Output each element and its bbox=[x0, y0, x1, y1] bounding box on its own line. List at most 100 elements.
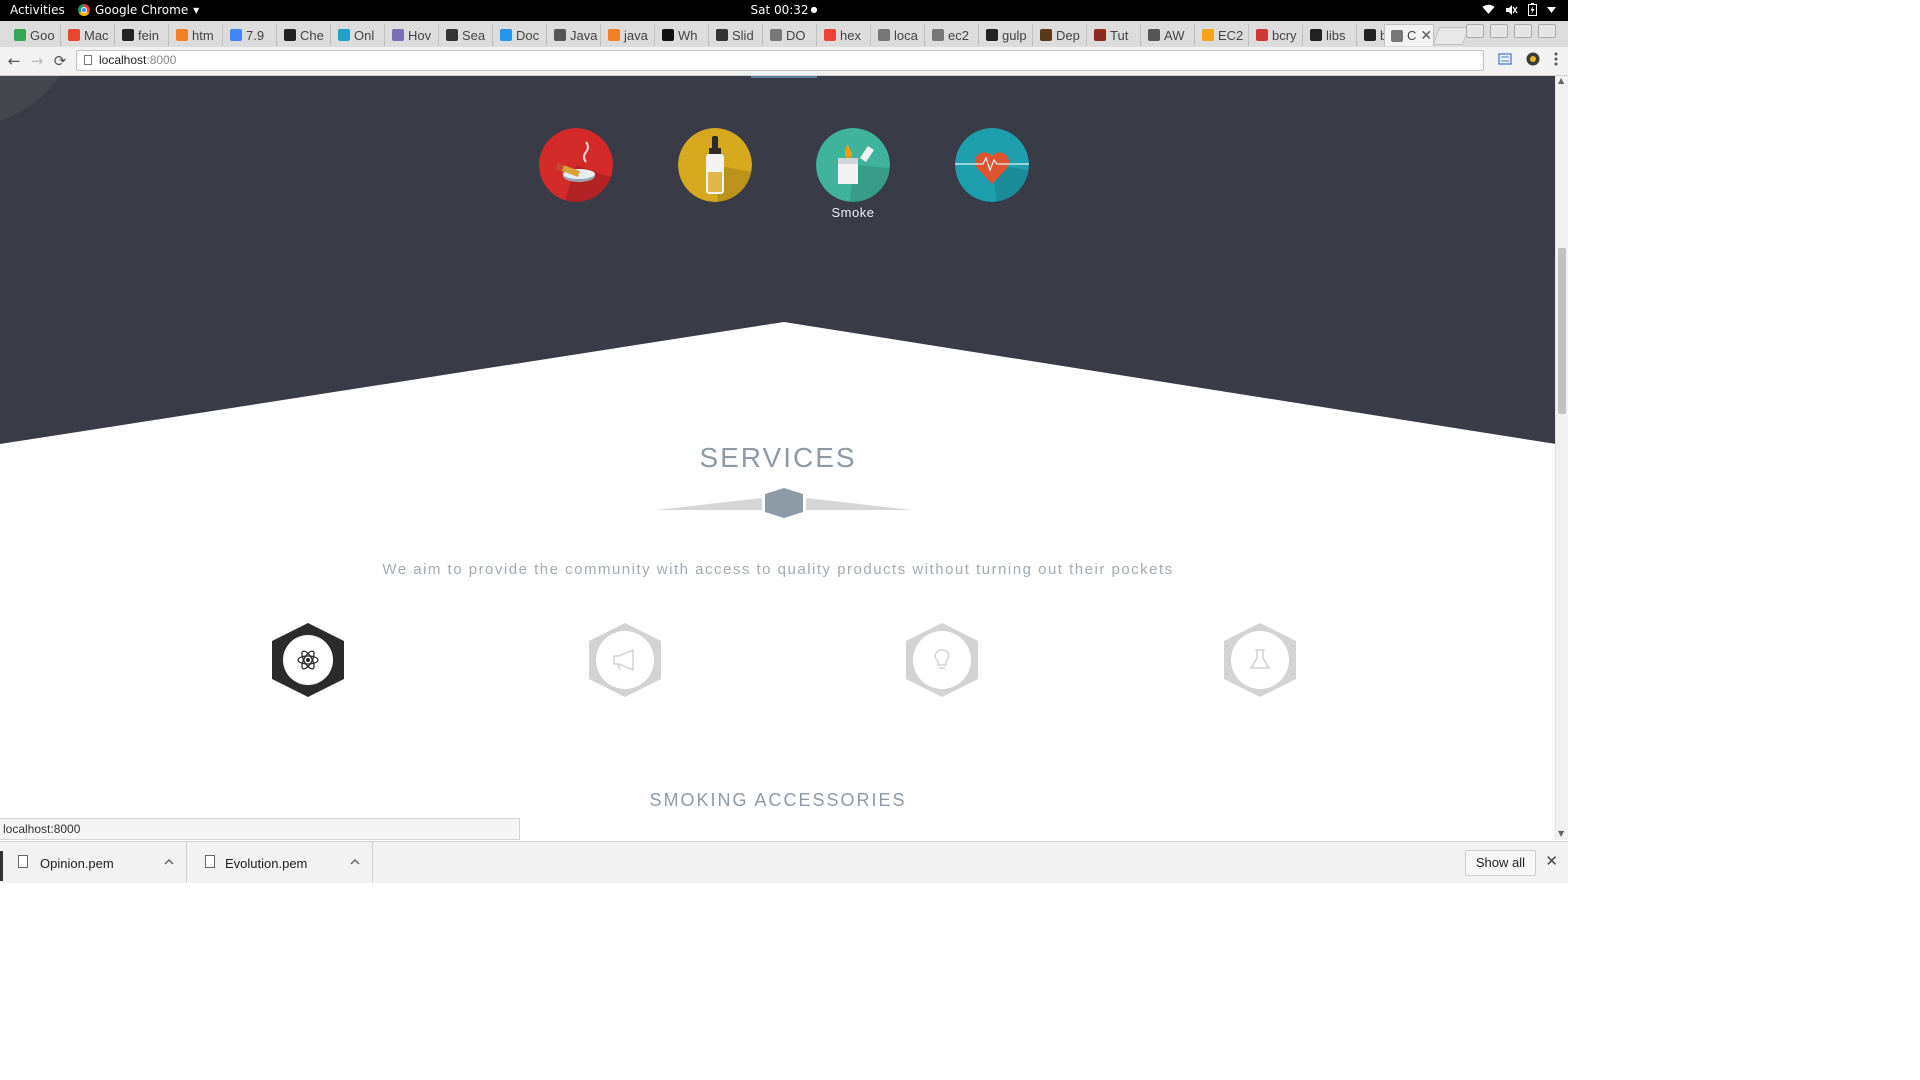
show-all-button[interactable]: Show all bbox=[1464, 850, 1536, 876]
h-icon bbox=[284, 29, 296, 41]
tab-label: Java bbox=[570, 27, 598, 43]
link-status-bubble: localhost:8000 bbox=[0, 818, 520, 840]
menu-icon[interactable] bbox=[1554, 52, 1558, 66]
app-menu[interactable]: Google Chrome ▾ bbox=[78, 3, 199, 17]
address-bar[interactable]: localhost:8000 bbox=[76, 50, 1484, 71]
wifi-icon bbox=[1482, 4, 1495, 14]
chevron-down-icon bbox=[1547, 6, 1556, 13]
page-icon bbox=[878, 29, 890, 41]
forward-button[interactable]: → bbox=[27, 51, 47, 71]
browser-tab[interactable]: DO bbox=[764, 24, 817, 46]
browser-tab[interactable]: Onl bbox=[332, 24, 385, 46]
google-icon bbox=[824, 29, 836, 41]
browser-tab[interactable]: Doc bbox=[494, 24, 547, 46]
clock[interactable]: Sat 00:32 ● bbox=[750, 3, 817, 17]
chevron-up-icon[interactable] bbox=[164, 858, 174, 866]
browser-tab[interactable]: libs bbox=[1304, 24, 1357, 46]
browser-tab[interactable]: Dep bbox=[1034, 24, 1087, 46]
maximize-button[interactable] bbox=[1514, 24, 1532, 38]
new-tab-button[interactable] bbox=[1432, 27, 1470, 45]
minimize-button[interactable] bbox=[1490, 24, 1508, 38]
battery-icon bbox=[1528, 3, 1537, 16]
browser-tab[interactable]: gulp bbox=[980, 24, 1033, 46]
system-status-area[interactable] bbox=[1482, 3, 1556, 16]
scroll-up-icon[interactable]: ▲ bbox=[1558, 76, 1564, 85]
stackoverflow-icon bbox=[608, 29, 620, 41]
service-atom[interactable] bbox=[270, 622, 346, 698]
tab-label: hex bbox=[840, 27, 861, 43]
scroll-down-icon[interactable]: ▼ bbox=[1558, 829, 1564, 838]
service-flask[interactable] bbox=[1222, 622, 1298, 698]
tab-label: Doc bbox=[516, 27, 540, 43]
close-window-button[interactable] bbox=[1538, 24, 1556, 38]
download-filename: Opinion.pem bbox=[40, 856, 114, 871]
extension-icon[interactable] bbox=[1526, 52, 1540, 66]
url-host: localhost bbox=[99, 53, 147, 67]
close-icon[interactable]: ✕ bbox=[1545, 852, 1558, 870]
services-title: SERVICES bbox=[699, 442, 857, 473]
browser-tab[interactable]: EC2 bbox=[1196, 24, 1249, 46]
profile-icon[interactable] bbox=[1466, 24, 1484, 38]
activities-button[interactable]: Activities bbox=[10, 3, 65, 17]
service-megaphone[interactable] bbox=[587, 622, 663, 698]
page-icon bbox=[932, 29, 944, 41]
browser-tab[interactable]: java bbox=[602, 24, 655, 46]
back-button[interactable]: ← bbox=[4, 51, 24, 71]
browser-tab[interactable]: ec2 bbox=[926, 24, 979, 46]
heart-feature[interactable] bbox=[955, 128, 1029, 202]
chrome-icon bbox=[78, 4, 90, 16]
browser-tab[interactable]: Slid bbox=[710, 24, 763, 46]
close-tab-icon[interactable]: ✕ bbox=[1420, 27, 1432, 44]
reload-button[interactable]: ⟳ bbox=[50, 51, 70, 71]
smoke-label: Smoke bbox=[831, 205, 875, 220]
heart-icon bbox=[955, 128, 1029, 202]
tab-label: java bbox=[624, 27, 648, 43]
tab-label: Tut bbox=[1110, 27, 1129, 43]
url-port: :8000 bbox=[146, 53, 177, 67]
browser-tab[interactable]: C ✕ bbox=[1384, 24, 1434, 46]
page-scrollbar[interactable]: ▲ ▼ bbox=[1555, 76, 1568, 840]
shelf-edge bbox=[0, 851, 3, 881]
rs-icon bbox=[446, 29, 458, 41]
browser-tab[interactable]: Sea bbox=[440, 24, 493, 46]
browser-tab[interactable]: bcry bbox=[1250, 24, 1303, 46]
downloads-shelf: Opinion.pem Evolution.pem Show all ✕ bbox=[0, 841, 1568, 883]
page-icon bbox=[1391, 29, 1403, 42]
browser-tab[interactable]: 7.9 bbox=[224, 24, 277, 46]
chevron-up-icon[interactable] bbox=[350, 858, 360, 866]
browser-tab[interactable]: Wh bbox=[656, 24, 709, 46]
browser-tab[interactable]: Tut bbox=[1088, 24, 1141, 46]
download-item[interactable]: Evolution.pem bbox=[187, 842, 373, 883]
scrollbar-thumb[interactable] bbox=[1558, 248, 1566, 414]
chevron-down-icon: ▾ bbox=[193, 3, 200, 17]
notification-dot-icon: ● bbox=[810, 5, 818, 14]
browser-tab[interactable]: Goo bbox=[8, 24, 61, 46]
browser-tab[interactable]: Java bbox=[548, 24, 601, 46]
browser-tab[interactable]: Hov bbox=[386, 24, 439, 46]
browser-tab[interactable]: loca bbox=[872, 24, 925, 46]
page-icon bbox=[84, 55, 92, 65]
cast-icon[interactable] bbox=[1498, 53, 1512, 65]
tab-label: bcry bbox=[1272, 27, 1297, 43]
browser-tab[interactable]: Che bbox=[278, 24, 331, 46]
browser-toolbar: ← → ⟳ localhost:8000 bbox=[0, 47, 1568, 76]
github-icon bbox=[1364, 29, 1376, 41]
browser-tab[interactable]: AW bbox=[1142, 24, 1195, 46]
download-filename: Evolution.pem bbox=[225, 856, 308, 871]
google-icon bbox=[14, 29, 26, 41]
github-icon bbox=[122, 29, 134, 41]
bottle-feature[interactable] bbox=[678, 128, 752, 202]
tab-label: 7.9 bbox=[246, 27, 265, 43]
browser-tab[interactable]: htm bbox=[170, 24, 223, 46]
tab-label: fein bbox=[138, 27, 159, 43]
tab-label: Mac bbox=[84, 27, 109, 43]
browser-tab[interactable]: fein bbox=[116, 24, 169, 46]
lighter-feature[interactable] bbox=[816, 128, 890, 202]
ashtray-feature[interactable] bbox=[539, 128, 613, 202]
browser-tab[interactable]: Mac bbox=[62, 24, 115, 46]
bars-icon bbox=[392, 29, 404, 41]
service-lightbulb[interactable] bbox=[904, 622, 980, 698]
browser-tab[interactable]: hex bbox=[818, 24, 871, 46]
smoking-accessories-title: SMOKING ACCESSORIES bbox=[649, 790, 907, 810]
download-item[interactable]: Opinion.pem bbox=[0, 842, 187, 883]
